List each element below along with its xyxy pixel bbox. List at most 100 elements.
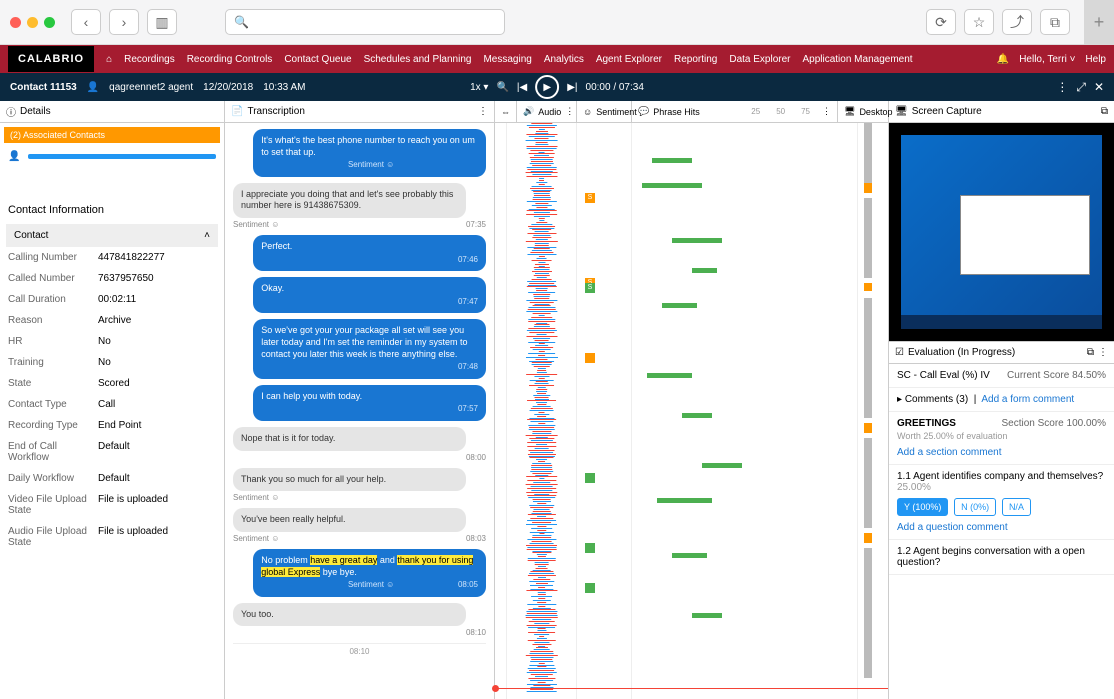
bubble-meta: Sentiment ☺ [261,160,478,170]
play-button[interactable]: ▶ [535,75,559,99]
info-label: Reason [8,315,98,326]
sidebar-button[interactable]: ▥ [147,9,177,35]
brand-logo[interactable]: CALABRIO [8,46,94,72]
share-button[interactable]: ⤴ [1002,9,1032,35]
transcription-header: 📄 Transcription ⋮ [225,101,494,123]
popout-icon[interactable]: ⧉ [1101,106,1108,117]
close-icon[interactable]: ✕ [1094,80,1104,95]
info-row: Called Number7637957650 [0,268,224,289]
customer-bubble[interactable]: You've been really helpful. [233,508,466,532]
contact-expander[interactable]: Contact˄ [6,224,218,247]
playhead[interactable] [495,688,888,689]
playback-speed[interactable]: 1x ▾ [470,82,488,93]
add-question-comment[interactable]: Add a question comment [897,522,1106,533]
info-label: Call Duration [8,294,98,305]
info-value: No [98,357,111,368]
minimize-window-icon[interactable] [27,17,38,28]
customer-bubble[interactable]: You too. [233,603,466,627]
viz-header: ⇔ 🔊Audio⋮ ☺Sentiment 💬Phrase Hits 25 50 … [495,101,888,123]
info-row: HRNo [0,331,224,352]
home-icon[interactable]: ⌂ [100,54,118,65]
user-greeting[interactable]: Hello, Terri ˅ [1019,54,1075,65]
info-value: Scored [98,378,130,389]
skip-back-icon[interactable]: |◀ [517,82,527,93]
section-name: GREETINGS [897,418,956,429]
agent-bubble[interactable]: Okay.07:47 [253,277,486,313]
agent-bubble[interactable]: So we've got your your package all set w… [253,319,486,378]
nav-reporting[interactable]: Reporting [668,54,723,65]
contact-info-title: Contact Information [0,196,224,224]
nav-recording-controls[interactable]: Recording Controls [181,54,279,65]
associated-contact-row[interactable]: 👤 [0,147,224,166]
bubble-meta: Sentiment ☺07:35 [233,220,486,229]
agent-bubble[interactable]: It's what's the best phone number to rea… [253,129,486,177]
nav-contact-queue[interactable]: Contact Queue [278,54,357,65]
chevron-up-icon: ˄ [204,230,210,241]
close-window-icon[interactable] [10,17,21,28]
transcript-more-icon[interactable]: ⋮ [478,106,488,117]
q1-yes-button[interactable]: Y (100%) [897,498,948,516]
info-value: Default [98,473,130,484]
sentiment-track: SSS [577,123,632,699]
forward-button[interactable]: › [109,9,139,35]
more-icon[interactable]: ⋮ [1056,80,1068,95]
address-search-bar[interactable]: 🔍 [225,9,505,35]
bookmark-button[interactable]: ☆ [964,9,994,35]
bubble-meta: 07:57 [261,404,478,414]
agent-bubble[interactable]: Perfect.07:46 [253,235,486,271]
phrase-more-icon[interactable]: ⋮ [822,106,831,117]
drag-icon[interactable]: ⇔ [501,107,510,117]
reload-button[interactable]: ⟳ [926,9,956,35]
add-section-comment[interactable]: Add a section comment [897,447,1106,458]
q1-na-button[interactable]: N/A [1002,498,1031,516]
eval-more-icon[interactable]: ⋮ [1098,347,1108,358]
new-tab-button[interactable]: + [1084,0,1114,45]
nav-schedules[interactable]: Schedules and Planning [358,54,478,65]
tick-50: 50 [776,107,785,116]
viz-body[interactable]: SSS [495,123,888,699]
eval-popout-icon[interactable]: ⧉ [1087,347,1094,358]
help-link[interactable]: Help [1085,54,1106,65]
phrase-hits-track [632,123,858,699]
contact-date: 12/20/2018 [203,82,253,93]
skip-fwd-icon[interactable]: ▶| [567,82,577,93]
bubble-meta: Sentiment ☺08:03 [233,534,486,543]
nav-data-explorer[interactable]: Data Explorer [723,54,796,65]
q1-no-button[interactable]: N (0%) [954,498,996,516]
desktop-track [858,123,888,699]
info-row: Recording TypeEnd Point [0,415,224,436]
info-label: Recording Type [8,420,98,431]
zoom-out-icon[interactable]: 🔍 [496,82,508,93]
agent-name: qagreennet2 agent [109,82,193,93]
maximize-window-icon[interactable] [44,17,55,28]
info-row: Contact TypeCall [0,394,224,415]
add-form-comment[interactable]: Add a form comment [981,394,1074,405]
sentiment-label: Sentiment [596,107,637,117]
associated-contacts-pill[interactable]: (2) Associated Contacts [4,127,220,143]
transcription-body[interactable]: It's what's the best phone number to rea… [225,123,494,699]
customer-bubble[interactable]: I appreciate you doing that and let's se… [233,183,466,218]
info-label: Training [8,357,98,368]
agent-bubble[interactable]: I can help you with today.07:57 [253,385,486,421]
screen-capture-video[interactable] [889,123,1114,341]
expand-icon[interactable]: ⤢ [1076,80,1086,95]
eval-form-name: SC - Call Eval (%) IV [897,370,990,381]
customer-bubble[interactable]: Nope that is it for today. [233,427,466,451]
nav-messaging[interactable]: Messaging [477,54,537,65]
tabs-button[interactable]: ⧉ [1040,9,1070,35]
bubble-meta: 07:48 [261,362,478,372]
bell-icon[interactable]: 🔔 [997,54,1009,65]
back-button[interactable]: ‹ [71,9,101,35]
eval-comments-row[interactable]: ▸ Comments (3) | Add a form comment [889,388,1114,412]
agent-bubble[interactable]: No problem have a great day and thank yo… [253,549,486,597]
nav-analytics[interactable]: Analytics [538,54,590,65]
audio-more-icon[interactable]: ⋮ [565,106,574,117]
phrase-label: Phrase Hits [653,107,700,117]
customer-bubble[interactable]: Thank you so much for all your help. [233,468,466,492]
info-value: Call [98,399,115,410]
info-value: File is uploaded [98,526,168,548]
nav-recordings[interactable]: Recordings [118,54,181,65]
nav-app-mgmt[interactable]: Application Management [796,54,918,65]
nav-agent-explorer[interactable]: Agent Explorer [590,54,668,65]
info-value: No [98,336,111,347]
